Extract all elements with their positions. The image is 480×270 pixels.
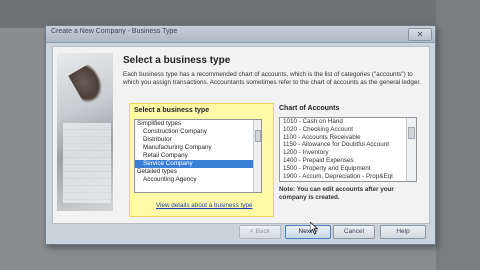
business-type-item[interactable]: Manufacturing Company bbox=[135, 144, 261, 152]
hand-image bbox=[68, 62, 108, 106]
business-photo-image bbox=[57, 53, 113, 211]
business-type-item[interactable]: Accounting Agency bbox=[135, 176, 261, 184]
business-type-list[interactable]: Simplified types Construction Company Dist… bbox=[134, 119, 262, 193]
business-type-item[interactable]: Construction Company bbox=[135, 128, 261, 136]
next-button[interactable]: Next > bbox=[285, 225, 331, 239]
account-item[interactable]: 1900 - Accum. Depreciation - Prop&Eqt bbox=[280, 173, 416, 181]
business-type-item[interactable]: Retail Company bbox=[135, 152, 261, 160]
account-item[interactable]: 1150 - Allowance for Doubtful Account bbox=[280, 141, 416, 149]
close-button[interactable]: ✕ bbox=[408, 28, 432, 41]
business-type-item[interactable]: Simplified types bbox=[135, 120, 261, 128]
back-button[interactable]: < Back bbox=[239, 225, 281, 239]
chart-of-accounts-list[interactable]: 1010 - Cash on Hand 1020 - Checking Accou… bbox=[279, 117, 417, 182]
help-button[interactable]: Help bbox=[380, 225, 426, 239]
view-business-type-details-link[interactable]: View details about a business type bbox=[156, 202, 253, 209]
scrollbar-thumb[interactable] bbox=[408, 127, 415, 139]
wizard-content: Select a business type Each business typ… bbox=[52, 46, 430, 224]
business-type-scrollbar[interactable] bbox=[253, 120, 261, 192]
account-item[interactable]: 1200 - Inventory bbox=[280, 149, 416, 157]
chart-of-accounts-note: Note: You can edit accounts after your c… bbox=[279, 186, 394, 201]
paper-image bbox=[63, 123, 111, 203]
scrollbar-thumb[interactable] bbox=[255, 130, 261, 142]
chart-of-accounts-label: Chart of Accounts bbox=[279, 105, 340, 112]
window-titlebar[interactable]: Create a New Company - Business Type ✕ bbox=[46, 26, 435, 43]
account-item[interactable]: 1010 - Cash on Hand bbox=[280, 118, 416, 126]
account-item[interactable]: 1400 - Prepaid Expenses bbox=[280, 157, 416, 165]
business-type-panel: Select a business type Simplified types C… bbox=[129, 103, 274, 217]
account-item[interactable]: 1100 - Accounts Receivable bbox=[280, 134, 416, 142]
business-type-item[interactable]: Detailed types bbox=[135, 168, 261, 176]
page-description: Each business type has a recommended cha… bbox=[123, 71, 421, 86]
window-title: Create a New Company - Business Type bbox=[51, 28, 178, 35]
business-type-label: Select a business type bbox=[134, 107, 210, 114]
business-type-item[interactable]: Distributor bbox=[135, 136, 261, 144]
new-company-wizard-window: Create a New Company - Business Type ✕ S… bbox=[45, 25, 436, 245]
page-heading: Select a business type bbox=[123, 55, 231, 66]
account-item[interactable]: 1020 - Checking Account bbox=[280, 126, 416, 134]
business-type-item[interactable]: Service Company bbox=[135, 160, 261, 168]
desktop-background-top bbox=[0, 0, 480, 28]
desktop-background-right bbox=[436, 0, 480, 270]
account-item[interactable]: 1500 - Property and Equipment bbox=[280, 165, 416, 173]
chart-of-accounts-scrollbar[interactable] bbox=[406, 118, 416, 181]
cancel-button[interactable]: Cancel bbox=[333, 225, 375, 239]
